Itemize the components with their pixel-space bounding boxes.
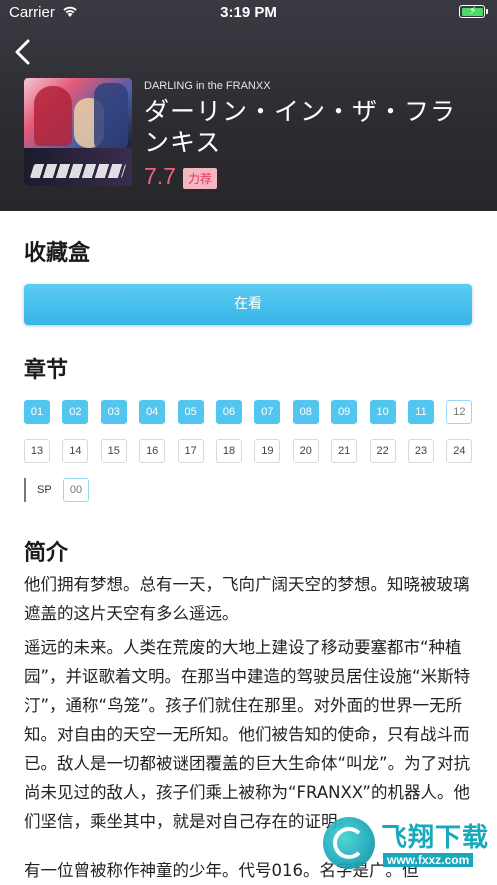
watching-button[interactable]: 在看 [24,284,472,325]
episode-button[interactable]: 09 [331,400,358,424]
episode-button[interactable]: 11 [408,400,434,424]
episode-button[interactable]: 01 [24,400,50,424]
anime-title: ダーリン・イン・ザ・フランキス [144,97,457,157]
clock: 3:19 PM [220,4,277,21]
sp-divider [24,478,26,502]
episode-button[interactable]: 06 [216,400,242,424]
anime-score: 7.7 [144,163,176,189]
episode-button[interactable]: 12 [446,400,473,424]
sp-label: SP [37,484,52,496]
favorites-heading: 收藏盒 [24,241,91,266]
intro-paragraph: 遥远的未来。人类在荒废的大地上建设了移动要塞都市“种植园”，并讴歌着文明。在那当… [24,638,471,831]
battery-icon: ⚡ [459,4,485,18]
episode-button[interactable]: 08 [292,400,319,424]
intro-heading: 简介 [24,541,69,566]
episode-button[interactable]: 02 [62,400,89,424]
episode-button[interactable]: 16 [139,439,166,463]
battery-tip [486,9,488,14]
watermark: 飞翔下载 www.fxxz.com [323,813,491,879]
episode-button[interactable]: 10 [369,400,396,424]
episode-button[interactable]: 03 [100,400,127,424]
episode-button[interactable]: 23 [408,439,434,463]
episode-button[interactable]: 15 [100,439,127,463]
watermark-logo-icon [323,817,375,869]
episode-button[interactable]: 05 [177,400,204,424]
episode-button[interactable]: 04 [139,400,166,424]
sp-episode-button[interactable]: 00 [63,478,89,502]
episode-button[interactable]: 22 [369,439,396,463]
episode-button[interactable]: 20 [292,439,319,463]
watermark-url: www.fxxz.com [383,853,474,867]
episode-button[interactable]: 21 [331,439,358,463]
episode-button[interactable]: 17 [177,439,204,463]
episode-button[interactable]: 07 [254,400,281,424]
cover-image [24,78,132,186]
episode-button[interactable]: 18 [216,439,242,463]
episode-button[interactable]: 24 [446,439,473,463]
episode-button[interactable]: 13 [24,439,50,463]
anime-subtitle: DARLING in the FRANXX [144,80,271,92]
episode-button[interactable]: 14 [62,439,89,463]
header: Carrier 3:19 PM ⚡ DARLING in the FRANXX … [0,0,497,211]
chapters-heading: 章节 [24,358,69,383]
intro-paragraph: 他们拥有梦想。总有一天，飞向广阔天空的梦想。知晓被玻璃遮盖的这片天空有多么遥远。 [24,575,470,623]
back-arrow-icon[interactable] [12,38,36,66]
status-bar: Carrier 3:19 PM ⚡ [0,0,497,26]
recommend-badge: 力荐 [183,168,218,189]
episode-button[interactable]: 19 [254,439,281,463]
watermark-text: 飞翔下载 [381,823,490,853]
